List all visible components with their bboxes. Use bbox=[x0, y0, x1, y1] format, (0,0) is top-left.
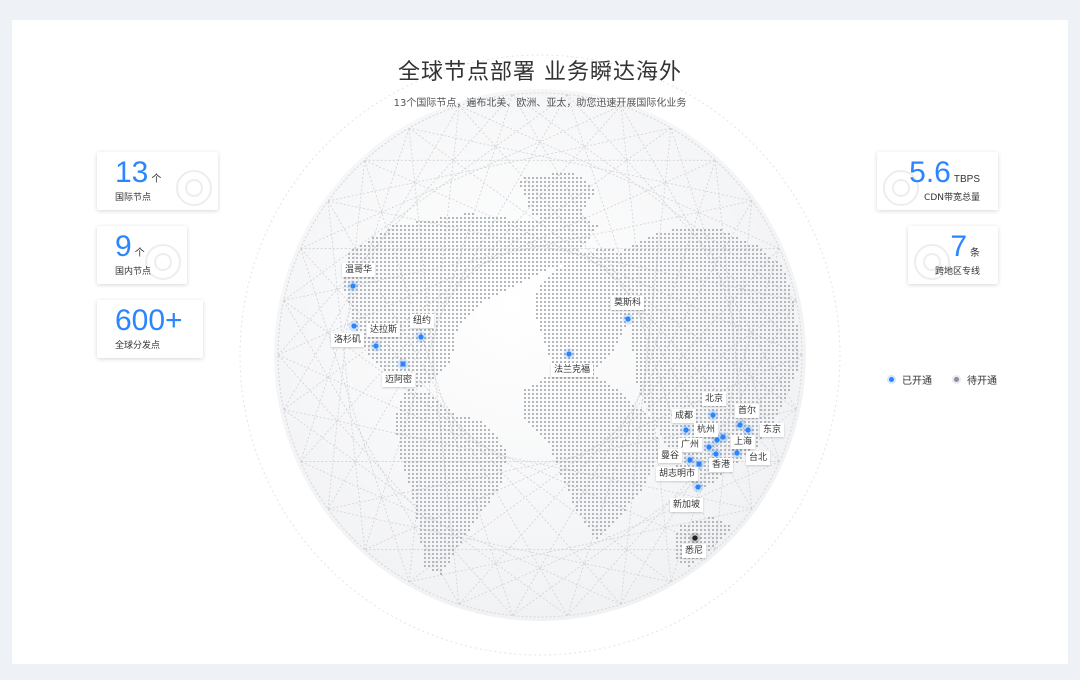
city-label: 成都 bbox=[672, 409, 697, 423]
city-marker[interactable] bbox=[373, 343, 379, 349]
stat-unit: TBPS bbox=[953, 174, 980, 185]
city-marker[interactable] bbox=[683, 427, 689, 433]
city-marker[interactable] bbox=[351, 323, 357, 329]
legend-pending-label: 待开通 bbox=[967, 376, 997, 387]
stat-label: CDN带宽总量 bbox=[924, 193, 980, 203]
stat-label: 全球分发点 bbox=[115, 341, 161, 351]
city-marker[interactable] bbox=[400, 361, 406, 367]
city-label: 台北 bbox=[746, 451, 771, 465]
city-label: 新加坡 bbox=[670, 498, 704, 512]
city-label: 上海 bbox=[731, 435, 756, 449]
city-label: 洛杉矶 bbox=[331, 333, 365, 347]
stat-value: 600+ bbox=[115, 304, 183, 337]
open-dot-icon bbox=[889, 377, 894, 382]
city-marker[interactable] bbox=[713, 451, 719, 457]
city-label: 杭州 bbox=[694, 423, 719, 437]
stat-value: 13 bbox=[115, 156, 149, 189]
city-marker[interactable] bbox=[692, 535, 698, 541]
page-subtitle: 13个国际节点，遍布北美、欧洲、亚太，助您迅速开展国际化业务 bbox=[393, 98, 687, 109]
city-label: 北京 bbox=[702, 392, 727, 406]
stat-unit: 个 bbox=[151, 174, 162, 185]
stat-value: 9 bbox=[115, 230, 132, 263]
legend-open: 已开通 bbox=[889, 372, 932, 387]
city-marker[interactable] bbox=[720, 434, 726, 440]
node-decoration-icon bbox=[176, 170, 212, 206]
main-panel: 温哥华 纽约 达拉斯 洛杉矶 迈阿密 莫斯科 法兰克福 北京 首尔 成都 杭州 东京 广州 上海 曼谷 台北香… bbox=[12, 20, 1068, 664]
city-marker[interactable] bbox=[350, 283, 356, 289]
stat-card-cdn-bandwidth: 5.6 TBPS CDN带宽总量 bbox=[877, 152, 998, 210]
city-label: 纽约 bbox=[410, 314, 435, 328]
city-marker[interactable] bbox=[695, 484, 701, 490]
city-label: 莫斯科 bbox=[611, 296, 645, 310]
city-label: 达拉斯 bbox=[367, 323, 401, 337]
stat-card-distribution-points: 600+ 全球分发点 bbox=[97, 300, 203, 358]
stat-label: 国际节点 bbox=[115, 193, 152, 203]
city-marker[interactable] bbox=[625, 316, 631, 322]
city-label: 悉尼 bbox=[682, 544, 707, 558]
city-label: 法兰克福 bbox=[551, 363, 594, 377]
city-label: 温哥华 bbox=[342, 263, 376, 277]
city-marker[interactable] bbox=[745, 427, 751, 433]
pending-dot-icon bbox=[954, 377, 959, 382]
city-label: 胡志明市 bbox=[656, 467, 699, 481]
city-label: 迈阿密 bbox=[382, 373, 416, 387]
city-marker[interactable] bbox=[710, 412, 716, 418]
city-marker[interactable] bbox=[734, 450, 740, 456]
stat-label: 国内节点 bbox=[115, 267, 152, 277]
city-marker[interactable] bbox=[687, 457, 693, 463]
city-marker[interactable] bbox=[696, 461, 702, 467]
stat-label: 跨地区专线 bbox=[934, 267, 980, 277]
city-marker[interactable] bbox=[418, 334, 424, 340]
header: 全球节点部署 业务瞬达海外 13个国际节点，遍布北美、欧洲、亚太，助您迅速开展国… bbox=[12, 54, 1068, 109]
city-marker[interactable] bbox=[706, 444, 712, 450]
city-label: 东京 bbox=[760, 423, 785, 437]
globe-sphere bbox=[274, 89, 806, 621]
legend-open-label: 已开通 bbox=[902, 376, 932, 387]
page-title: 全球节点部署 业务瞬达海外 bbox=[398, 60, 682, 85]
city-label: 曼谷 bbox=[658, 449, 683, 463]
city-label: 香港 bbox=[709, 458, 734, 472]
stat-value: 7 bbox=[950, 230, 967, 263]
stat-value: 5.6 bbox=[909, 156, 951, 189]
stat-card-cross-region-lines: 7条 跨地区专线 bbox=[908, 226, 998, 284]
stat-unit: 个 bbox=[134, 248, 145, 259]
city-marker[interactable] bbox=[566, 351, 572, 357]
city-marker[interactable] bbox=[737, 422, 743, 428]
legend-pending: 待开通 bbox=[954, 372, 997, 387]
stat-card-international-nodes: 13 个 国际节点 bbox=[97, 152, 218, 210]
stat-unit: 条 bbox=[970, 248, 980, 259]
stat-card-domestic-nodes: 9个 国内节点 bbox=[97, 226, 187, 284]
city-label: 首尔 bbox=[735, 404, 760, 418]
